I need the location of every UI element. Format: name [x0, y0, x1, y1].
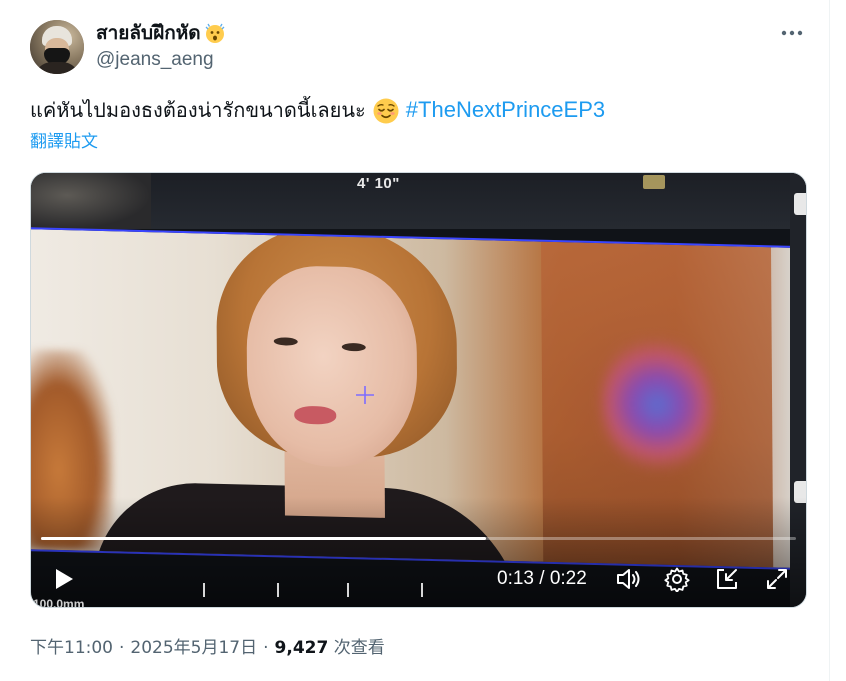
monitor-bottom-text: 100.0mm: [33, 597, 85, 608]
tweet-text: แค่หันไปมองธงต้องน่ารักขนาดนี้เลยนะ #The…: [30, 95, 605, 125]
time-separator: /: [539, 568, 545, 589]
settings-button[interactable]: [661, 563, 693, 595]
current-time: 0:13: [497, 568, 534, 589]
meta-dot: ·: [263, 638, 269, 658]
relieved-face-icon: [372, 97, 400, 125]
translate-post-link[interactable]: 翻譯貼文: [30, 130, 98, 154]
tweet-header: สายลับฝึกหัด @jeans_aeng: [30, 18, 809, 74]
dock-icon: [717, 569, 737, 589]
picture-in-picture-button[interactable]: [711, 563, 743, 595]
author-handle[interactable]: @jeans_aeng: [96, 47, 227, 73]
avatar[interactable]: [30, 20, 84, 74]
more-dots-icon: [781, 30, 803, 36]
video-time-label: 0:13 / 0:22: [497, 567, 587, 591]
crosshair-icon: [356, 386, 374, 404]
tick-mark: [203, 583, 205, 597]
tick-mark: [421, 583, 423, 597]
tweet-card: สายลับฝึกหัด @jeans_aeng แค่หันไปมองธงต้…: [0, 0, 830, 681]
person-lips: [294, 405, 337, 425]
display-name-row[interactable]: สายลับฝึกหัด: [96, 20, 227, 46]
more-options-button[interactable]: [775, 18, 809, 48]
post-date[interactable]: 2025年5月17日: [130, 638, 257, 658]
video-progress-fill: [41, 537, 487, 540]
play-button[interactable]: [47, 563, 81, 595]
expand-icon: [767, 569, 787, 589]
display-name[interactable]: สายลับฝึกหัด: [96, 20, 201, 46]
views-label: 次查看: [333, 638, 385, 658]
tweet-body: แค่หันไปมองธงต้องน่ารักขนาดนี้เลยนะ: [30, 98, 366, 122]
speaker-icon: [617, 569, 640, 589]
hashtag-link[interactable]: #TheNextPrinceEP3: [406, 95, 605, 125]
side-panel-tab: [794, 193, 806, 215]
video-progress-bar[interactable]: [41, 537, 796, 540]
author-names: สายลับฝึกหัด @jeans_aeng: [96, 20, 227, 73]
tick-mark: [347, 583, 349, 597]
monitor-indicator: [643, 175, 665, 189]
video-player[interactable]: 4' 10" 100.0mm 0:13 / 0:22: [30, 172, 807, 608]
play-icon: [56, 569, 73, 589]
meta-dot: ·: [119, 638, 125, 658]
tweet-meta: 下午11:00 · 2025年5月17日 · 9,427 次查看: [30, 635, 385, 661]
monitor-corner: [31, 173, 151, 229]
fullscreen-button[interactable]: [761, 563, 793, 595]
total-duration: 0:22: [549, 568, 587, 589]
monitor-overlay-label: 4' 10": [357, 175, 400, 192]
post-time[interactable]: 下午11:00: [30, 638, 113, 658]
person-face: [246, 264, 418, 469]
views-count: 9,427: [274, 638, 329, 658]
gear-icon: [664, 567, 690, 592]
astonished-face-icon: [203, 21, 227, 45]
tick-mark: [277, 583, 279, 597]
mute-button[interactable]: [613, 563, 645, 595]
